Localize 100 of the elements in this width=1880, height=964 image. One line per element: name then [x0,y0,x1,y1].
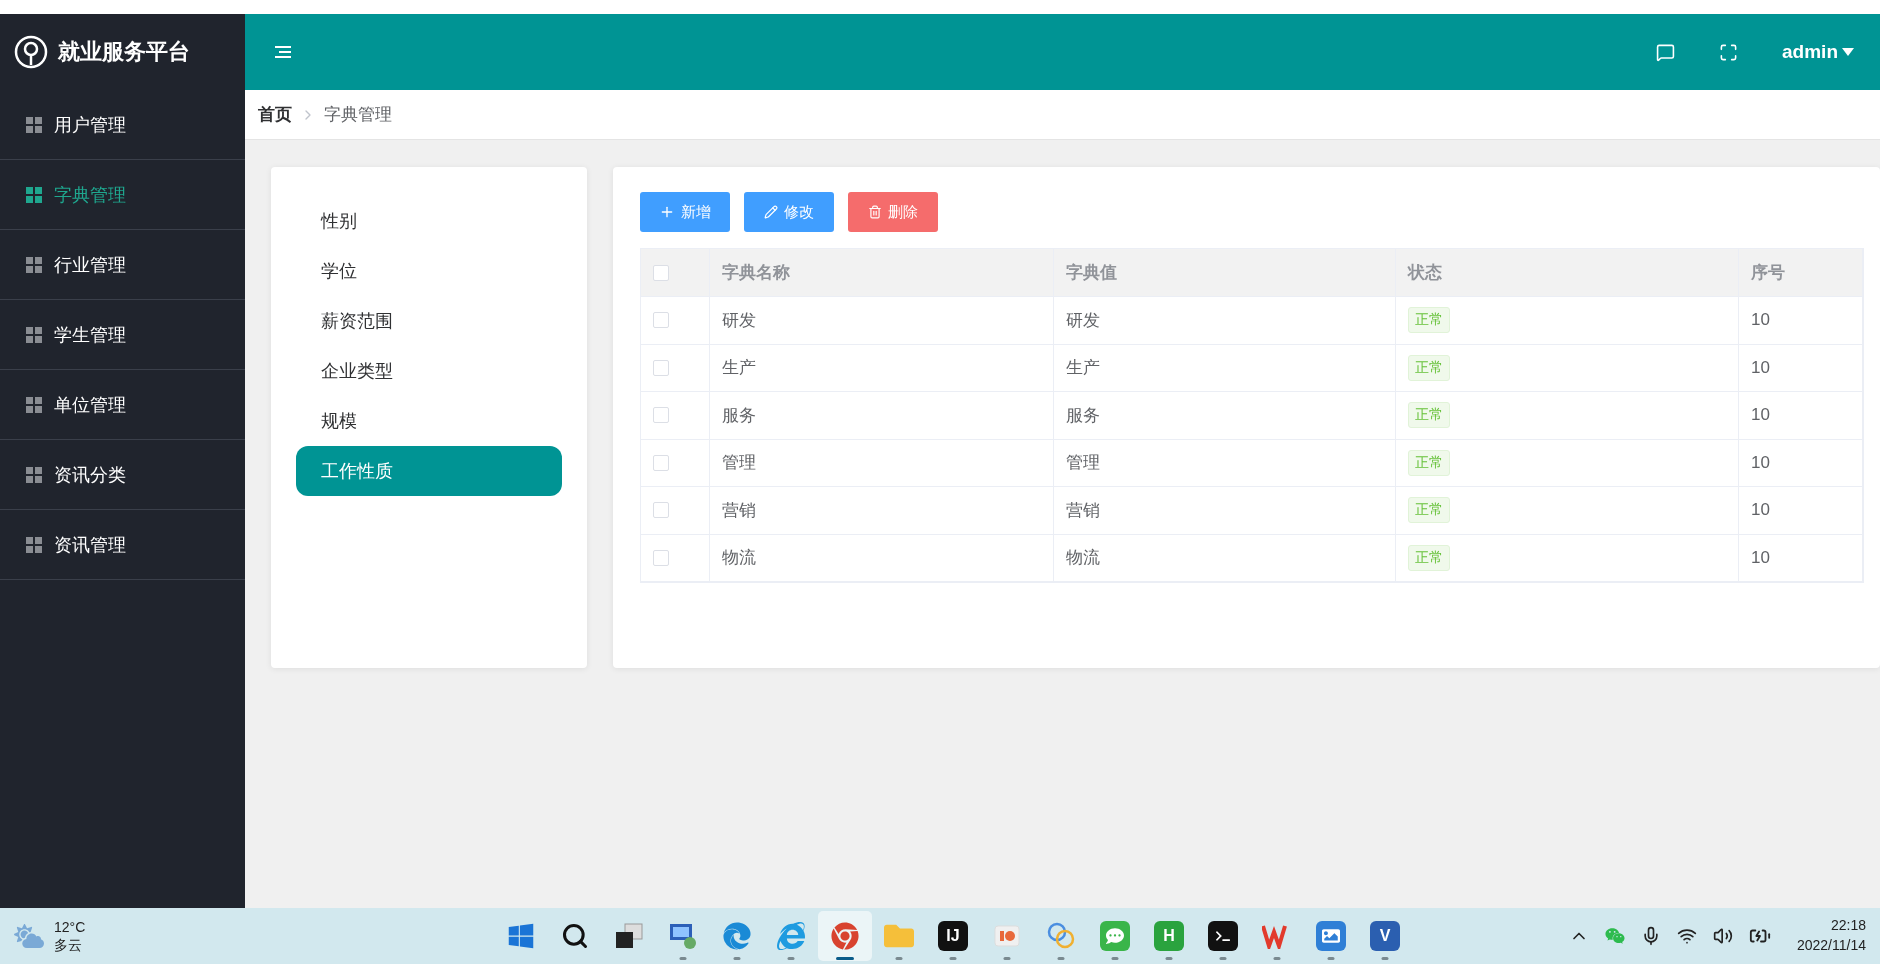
row-checkbox[interactable] [653,502,669,519]
table-cell: 管理 [710,439,1054,487]
sidebar-item[interactable]: 资讯分类 [0,440,245,510]
row-checkbox[interactable] [653,359,669,376]
menu-icon [275,45,291,59]
dict-type-item[interactable]: 薪资范围 [296,296,562,346]
dict-type-item[interactable]: 企业类型 [296,346,562,396]
table-cell: 10 [1739,344,1863,392]
table-cell: 10 [1739,534,1863,582]
ide-icon: IJ [938,921,968,951]
fullscreen-icon [1719,42,1739,62]
table-cell: 管理 [1054,439,1396,487]
grid-icon [26,116,42,133]
table-cell: 研发 [710,297,1054,345]
column-header: 序号 [1739,249,1863,297]
rings-icon [1046,921,1076,951]
search-icon [561,922,589,950]
editor-icon: H [1154,921,1184,951]
breadcrumb-item[interactable]: 首页 [258,103,292,126]
logo-icon [14,35,48,69]
table-cell: 营销 [710,487,1054,535]
column-header: 字典名称 [710,249,1054,297]
table-cell: 服务 [710,392,1054,440]
table-cell: 物流 [710,534,1054,582]
presentation-icon [993,922,1021,950]
browser-icon [723,922,751,950]
taskbar-app-button[interactable]: IJ [926,911,980,961]
chat-icon [1100,921,1130,951]
sidebar-item-label: 单位管理 [54,393,126,417]
taskbar-app-button[interactable]: V [1358,911,1412,961]
grid-icon [26,186,42,203]
table-cell: 10 [1739,297,1863,345]
sidebar-item-label: 用户管理 [54,113,126,137]
table-cell: 生产 [1054,344,1396,392]
table-cell: 生产 [710,344,1054,392]
clock-time: 22:18 [1830,916,1866,936]
grid-icon [26,536,42,553]
sidebar-item-label: 学生管理 [54,323,126,347]
column-header: 状态 [1396,249,1739,297]
grid-icon [26,466,42,483]
row-checkbox[interactable] [653,549,669,566]
status-tag: 正常 [1408,544,1450,571]
browser-icon [777,922,805,950]
row-checkbox[interactable] [653,454,669,471]
speaker-icon[interactable] [1712,926,1733,946]
start-icon [507,922,535,950]
trash-icon [868,205,882,219]
temperature: 12°C [54,917,86,936]
app-title: 就业服务平台 [58,38,190,66]
table-cell: 物流 [1054,534,1396,582]
sidebar-item-label: 字典管理 [54,183,126,207]
user-menu[interactable]: admin [1776,40,1860,64]
sidebar-item[interactable]: 用户管理 [0,90,245,160]
grid-icon [26,396,42,413]
row-checkbox[interactable] [653,312,669,329]
dict-type-item[interactable]: 性别 [296,196,562,246]
sidebar-item[interactable]: 行业管理 [0,230,245,300]
breadcrumb-item: 字典管理 [324,104,392,126]
table-cell: 10 [1739,392,1863,440]
weather-text: 多云 [54,936,83,955]
overlapping-windows-icon [615,923,643,949]
sidebar-item[interactable]: 资讯管理 [0,510,245,580]
status-tag: 正常 [1408,354,1450,381]
caret-icon [1842,48,1854,56]
sidebar-item[interactable]: 字典管理 [0,160,245,230]
clock[interactable]: 22:18 2022/11/14 [1796,916,1866,956]
sidebar-item-label: 资讯管理 [54,533,126,557]
select-all-checkbox[interactable] [653,264,669,281]
pencil-icon [764,205,778,219]
message-icon [1656,42,1676,62]
dict-type-item[interactable]: 规模 [296,396,562,446]
status-tag: 正常 [1408,307,1450,334]
table-cell: 10 [1739,487,1863,535]
wifi-icon[interactable] [1676,926,1697,946]
status-tag: 正常 [1408,497,1450,524]
table-cell: 10 [1739,439,1863,487]
table-cell: 营销 [1054,487,1396,535]
diagram-icon: V [1370,921,1400,951]
grid-icon [26,256,42,273]
column-header: 字典值 [1054,249,1396,297]
table-cell: 服务 [1054,392,1396,440]
cloud-sun-icon [14,921,44,951]
sidebar-item[interactable]: 学生管理 [0,300,245,370]
sidebar-item-label: 资讯分类 [54,463,126,487]
chat-bubbles-icon[interactable] [1604,926,1625,946]
dict-type-item[interactable]: 学位 [296,246,562,296]
browser-icon [831,922,859,950]
grid-icon [26,326,42,343]
table-cell: 研发 [1054,297,1396,345]
terminal-icon [1208,921,1238,951]
plus-icon [659,204,675,220]
clock-date: 2022/11/14 [1796,936,1866,955]
sidebar-item-label: 行业管理 [54,253,126,277]
status-tag: 正常 [1408,402,1450,429]
row-checkbox[interactable] [653,407,669,424]
dict-type-item[interactable]: 工作性质 [296,446,562,496]
photo-icon [1316,921,1346,951]
status-tag: 正常 [1408,449,1450,476]
monitor-icon [668,922,698,950]
sidebar-item[interactable]: 单位管理 [0,370,245,440]
